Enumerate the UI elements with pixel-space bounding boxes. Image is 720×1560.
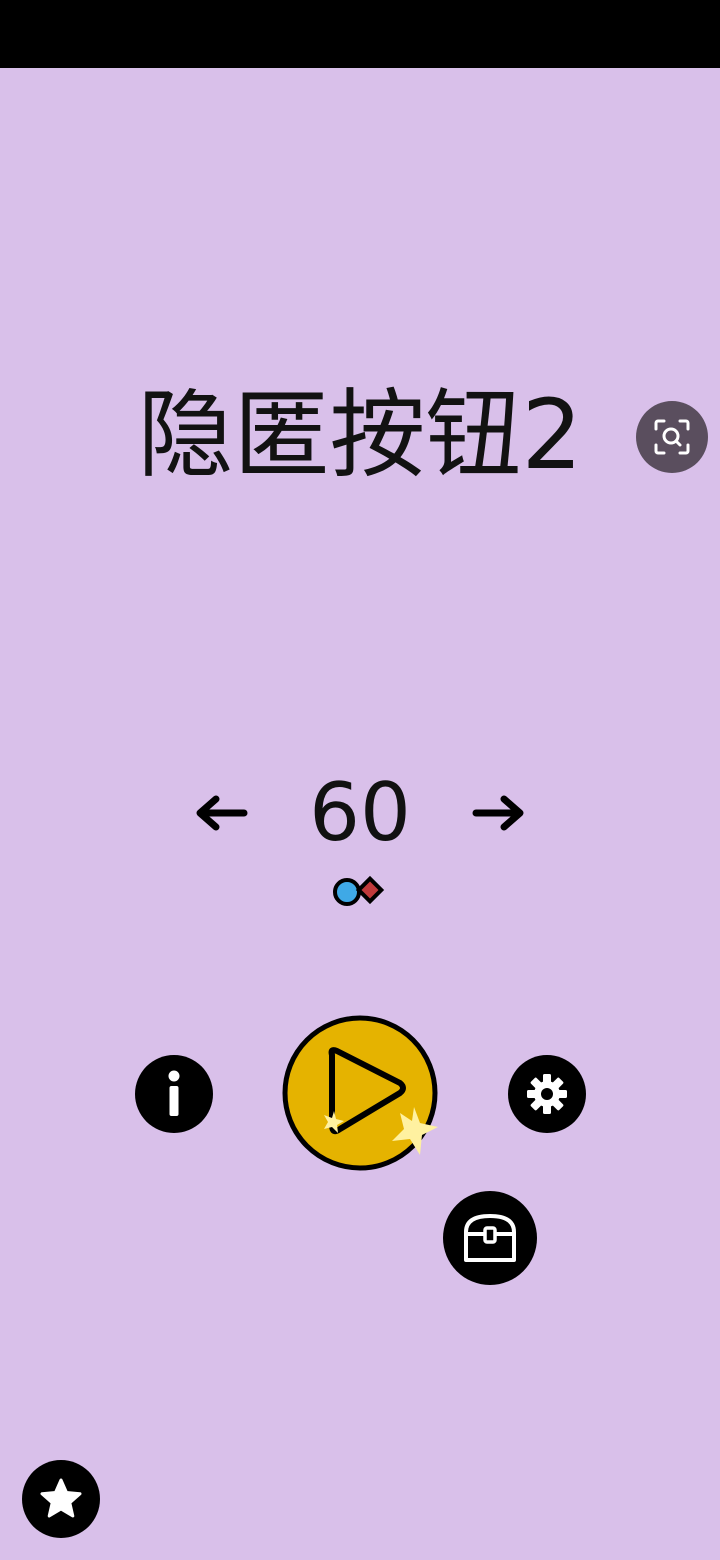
blue-dot-icon [333,878,361,906]
gear-icon [527,1074,567,1114]
treasure-chest-icon [464,1214,516,1262]
game-title: 隐匿按钮2 [137,379,583,491]
prev-level-button[interactable] [190,785,250,841]
arrow-left-icon [196,795,248,831]
level-number: 60 [309,766,411,859]
play-button[interactable] [282,1015,442,1175]
screenshot-search-button[interactable] [636,401,708,473]
treasure-chest-button[interactable] [443,1191,537,1285]
level-selector: 60 [0,765,720,860]
info-icon [168,1070,180,1116]
arrow-right-icon [472,795,524,831]
settings-button[interactable] [508,1055,586,1133]
screenshot-search-icon [654,419,690,455]
star-icon [40,1478,82,1518]
status-bar [0,0,720,68]
red-diamond-icon [355,875,385,905]
favorites-button[interactable] [22,1460,100,1538]
next-level-button[interactable] [470,785,530,841]
shapes-indicator [330,872,390,912]
info-button[interactable] [135,1055,213,1133]
